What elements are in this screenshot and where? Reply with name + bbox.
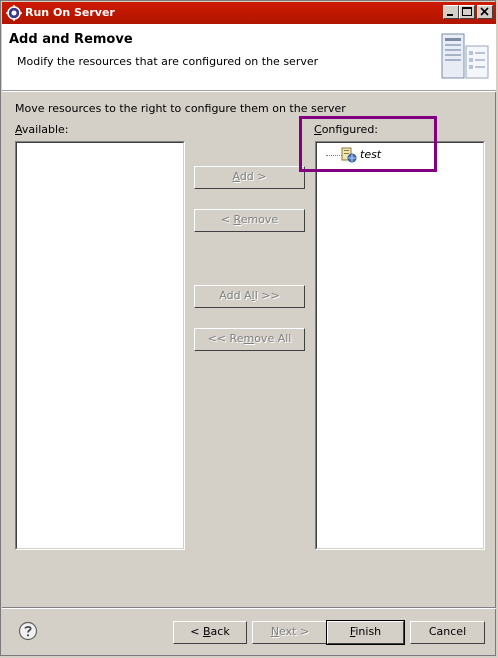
remove-all-button-text-pre: << Re xyxy=(207,332,244,345)
back-button[interactable]: < Back xyxy=(173,621,247,644)
server-app-icon xyxy=(6,5,22,21)
configured-highlight-box xyxy=(299,116,437,172)
next-button-text-post: ext > xyxy=(279,625,310,638)
add-button-mnemonic: A xyxy=(232,170,240,183)
available-list-frame xyxy=(16,142,184,549)
dialog-window: Run On Server Add and Remove Modify the … xyxy=(0,0,496,656)
close-icon xyxy=(480,7,489,16)
remove-button-text-post: emove xyxy=(240,213,279,226)
title-bar[interactable]: Run On Server xyxy=(2,2,496,24)
next-button[interactable]: Next > xyxy=(252,621,328,644)
instruction-text: Move resources to the right to configure… xyxy=(15,102,346,115)
next-button-mnemonic: N xyxy=(270,625,280,638)
page-title: Add and Remove xyxy=(9,32,133,47)
help-icon[interactable] xyxy=(18,621,38,641)
cancel-button[interactable]: Cancel xyxy=(410,621,485,644)
back-button-text-pre: < xyxy=(190,625,203,638)
add-button[interactable]: Add > xyxy=(194,166,305,189)
available-list[interactable] xyxy=(15,141,185,550)
configured-list[interactable]: test xyxy=(315,141,485,550)
remove-all-button-text-post: ove All xyxy=(254,332,292,345)
add-button-text-post: dd > xyxy=(239,170,267,183)
wizard-header: Add and Remove Modify the resources that… xyxy=(2,24,496,91)
finish-button[interactable]: Finish xyxy=(326,620,405,645)
footer-separator-light xyxy=(2,608,496,609)
server-banner-icon xyxy=(441,33,489,79)
back-button-mnemonic: B xyxy=(203,625,211,638)
configured-list-frame xyxy=(316,142,484,549)
window-title: Run On Server xyxy=(25,6,115,19)
header-separator xyxy=(2,91,496,92)
finish-button-text-post: inish xyxy=(355,625,382,638)
maximize-icon xyxy=(462,7,472,16)
add-all-button-text-pre: Add A xyxy=(219,289,252,302)
available-label-text: vailable: xyxy=(21,123,69,136)
minimize-icon xyxy=(447,14,453,16)
available-label: Available: xyxy=(15,123,69,136)
remove-button-mnemonic: R xyxy=(233,213,241,226)
page-description: Modify the resources that are configured… xyxy=(17,55,319,68)
remove-all-button-mnemonic: m xyxy=(243,332,255,345)
available-label-mnemonic: A xyxy=(15,123,22,136)
remove-button[interactable]: < Remove xyxy=(194,209,305,232)
back-button-text-post: ack xyxy=(210,625,230,638)
minimize-button[interactable] xyxy=(443,5,459,19)
add-all-button[interactable]: Add All >> xyxy=(194,285,305,308)
remove-all-button[interactable]: << Remove All xyxy=(194,328,305,351)
maximize-button[interactable] xyxy=(459,5,475,19)
add-all-button-text-post: l >> xyxy=(254,289,280,302)
close-button[interactable] xyxy=(477,5,493,19)
remove-button-text-pre: < xyxy=(220,213,234,226)
